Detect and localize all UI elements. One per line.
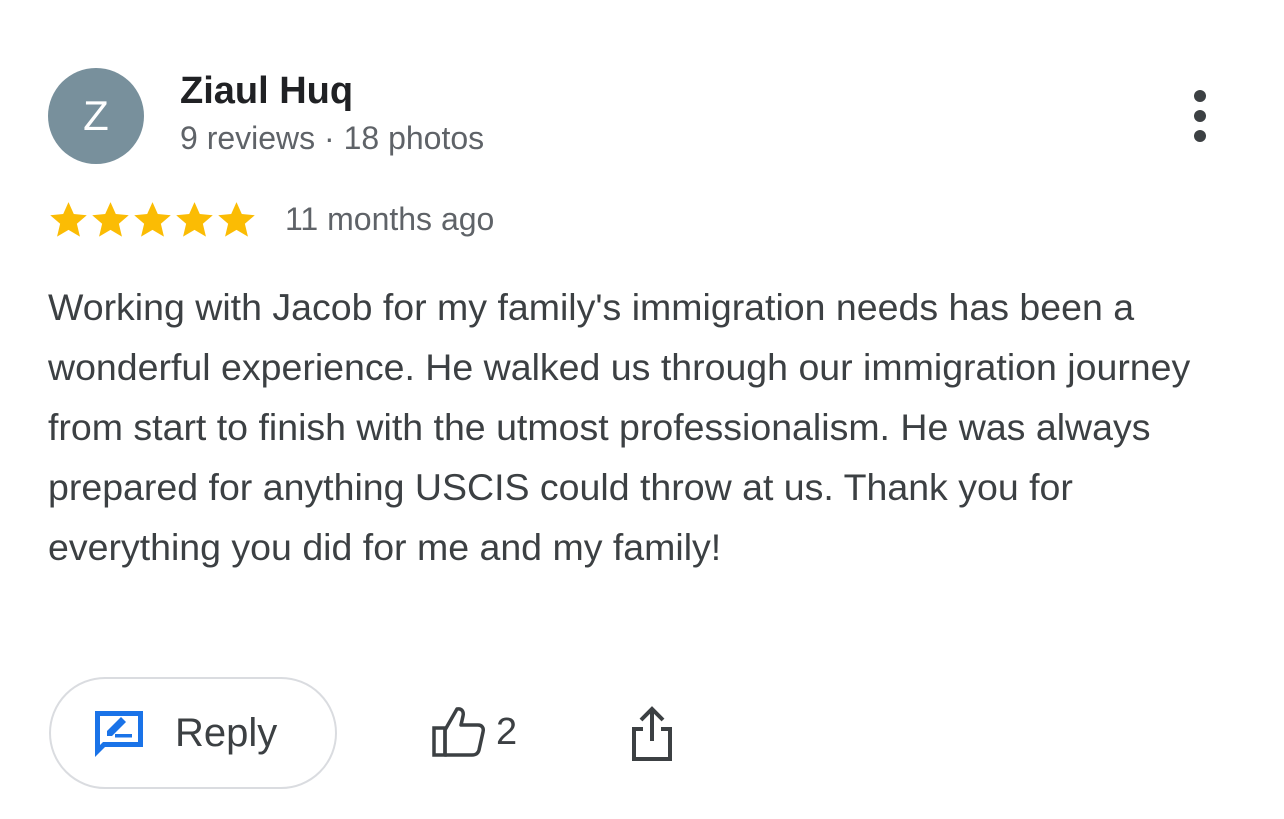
reply-edit-icon	[95, 711, 143, 757]
review-text: Working with Jacob for my family's immig…	[48, 286, 1191, 568]
review-date: 11 months ago	[285, 200, 495, 237]
like-count: 2	[496, 710, 518, 753]
more-options-button[interactable]	[1176, 84, 1224, 148]
star-icon	[92, 201, 129, 237]
reply-button[interactable]: Reply	[49, 677, 337, 789]
thumb-up-icon	[432, 707, 485, 757]
star-icon	[176, 201, 213, 237]
author-meta: 9 reviews · 18 photos	[180, 120, 485, 156]
like-button[interactable]: 2	[430, 702, 517, 762]
star-rating	[48, 199, 257, 240]
author-name[interactable]: Ziaul Huq	[180, 70, 353, 113]
avatar[interactable]: Z	[48, 68, 144, 164]
avatar-letter: Z	[83, 92, 109, 139]
reply-label: Reply	[175, 710, 278, 755]
star-icon	[134, 201, 171, 237]
review-card: Z Ziaul Huq 9 reviews · 18 photos 11 mon…	[0, 0, 1284, 819]
share-button[interactable]	[622, 702, 682, 766]
share-icon	[632, 706, 672, 761]
star-icon	[218, 201, 255, 237]
more-vert-icon	[1194, 90, 1206, 142]
rating-row: 11 months ago	[48, 196, 494, 242]
star-icon	[50, 201, 87, 237]
